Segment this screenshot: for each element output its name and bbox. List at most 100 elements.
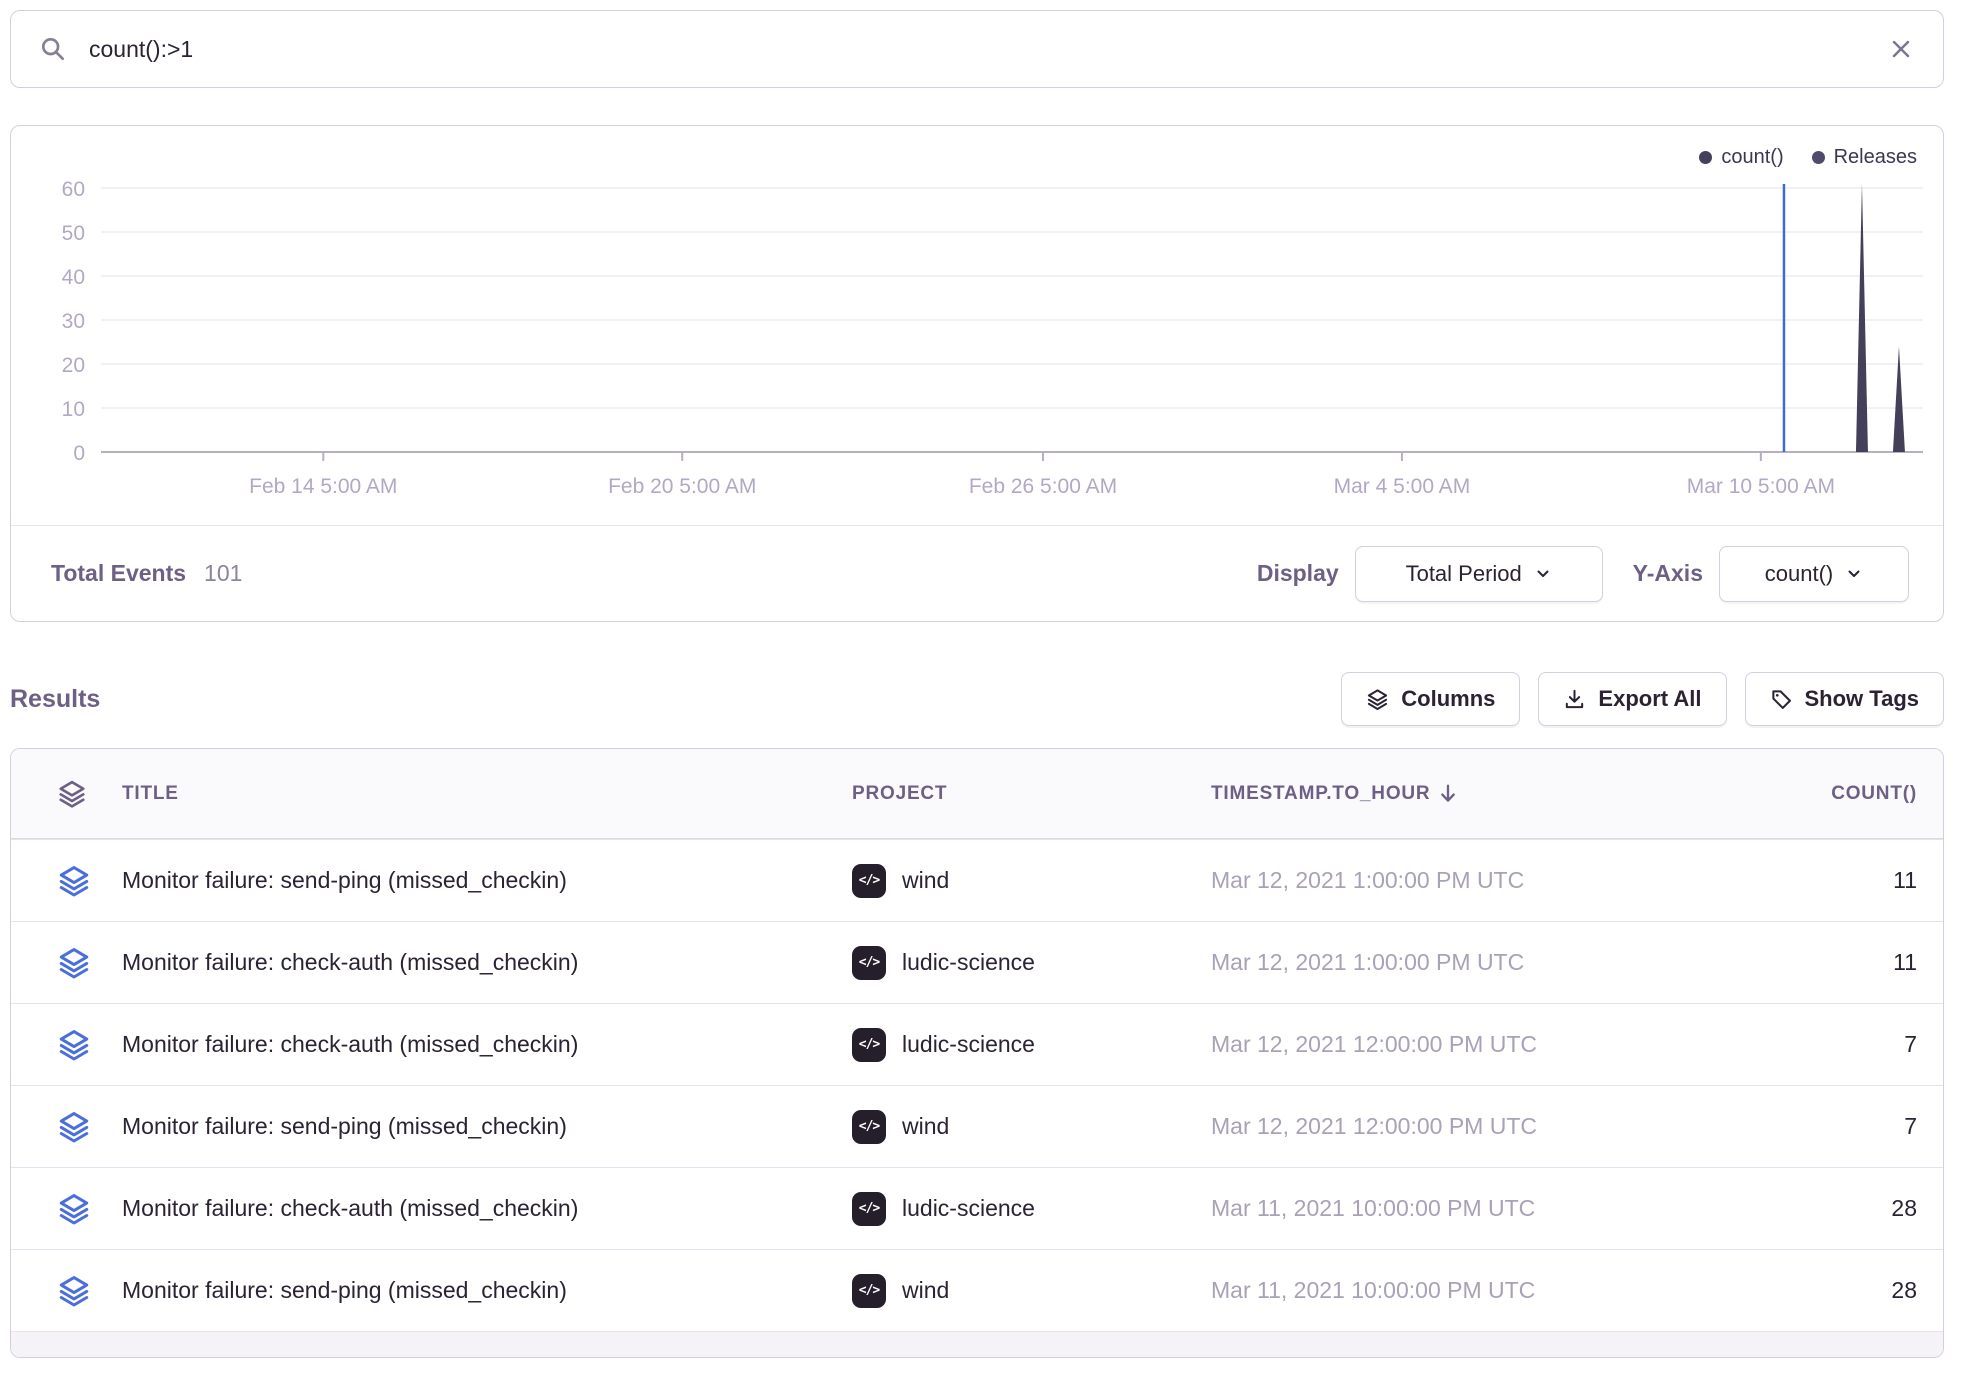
results-bar: Results Columns	[10, 670, 1944, 728]
column-header-project[interactable]: PROJECT	[852, 783, 1211, 805]
search-input[interactable]: count():>1	[89, 36, 193, 63]
display-dropdown[interactable]: Total Period	[1355, 546, 1603, 602]
chevron-down-icon	[1845, 565, 1863, 583]
export-all-button[interactable]: Export All	[1538, 672, 1726, 726]
search-bar[interactable]: count():>1	[10, 10, 1944, 88]
chart-legend: count() Releases	[1699, 146, 1917, 169]
legend-label: Releases	[1834, 146, 1917, 169]
project-name: wind	[902, 1113, 949, 1140]
svg-text:0: 0	[73, 442, 85, 465]
svg-text:40: 40	[62, 266, 85, 289]
project-name: wind	[902, 1277, 949, 1304]
chart-footer: Total Events 101 Display Total Period Y-…	[11, 525, 1943, 622]
legend-item-count[interactable]: count()	[1699, 146, 1783, 169]
column-header-title[interactable]: TITLE	[122, 783, 852, 805]
project-platform-icon: </>	[852, 946, 886, 980]
table-row: Monitor failure: send-ping (missed_check…	[11, 1249, 1943, 1331]
event-title-link[interactable]: Monitor failure: check-auth (missed_chec…	[122, 949, 852, 976]
table-row: Monitor failure: check-auth (missed_chec…	[11, 1003, 1943, 1085]
layers-icon	[1366, 688, 1389, 711]
timestamp-header-label: TIMESTAMP.TO_HOUR	[1211, 783, 1430, 805]
stacked-events-icon	[11, 946, 122, 980]
columns-button-label: Columns	[1401, 686, 1495, 712]
table-row: Monitor failure: check-auth (missed_chec…	[11, 921, 1943, 1003]
project-name: ludic-science	[902, 1031, 1035, 1058]
total-events-label: Total Events	[51, 560, 186, 587]
table-footer-strip	[11, 1331, 1943, 1358]
sort-desc-arrow-icon	[1438, 783, 1458, 805]
count-cell: 28	[1803, 1195, 1943, 1222]
display-label: Display	[1257, 560, 1339, 587]
event-title-link[interactable]: Monitor failure: send-ping (missed_check…	[122, 867, 852, 894]
project-platform-icon: </>	[852, 1110, 886, 1144]
timestamp-cell: Mar 12, 2021 1:00:00 PM UTC	[1211, 867, 1803, 894]
stacked-events-icon	[11, 1274, 122, 1308]
svg-text:20: 20	[62, 354, 85, 377]
timestamp-cell: Mar 12, 2021 1:00:00 PM UTC	[1211, 949, 1803, 976]
project-name: ludic-science	[902, 949, 1035, 976]
event-title-link[interactable]: Monitor failure: check-auth (missed_chec…	[122, 1195, 852, 1222]
svg-text:Mar 10 5:00 AM: Mar 10 5:00 AM	[1687, 475, 1835, 498]
events-chart-card: count() Releases 0 10 20 30 40 50 60 Feb 14 5:0…	[10, 125, 1944, 622]
show-tags-button-label: Show Tags	[1805, 686, 1920, 712]
count-cell: 28	[1803, 1277, 1943, 1304]
legend-label: count()	[1721, 146, 1783, 169]
svg-text:30: 30	[62, 310, 85, 333]
project-platform-icon: </>	[852, 1274, 886, 1308]
export-all-button-label: Export All	[1598, 686, 1701, 712]
y-axis-label: Y-Axis	[1633, 560, 1703, 587]
show-tags-button[interactable]: Show Tags	[1745, 672, 1945, 726]
count-cell: 11	[1803, 949, 1943, 976]
event-title-link[interactable]: Monitor failure: check-auth (missed_chec…	[122, 1031, 852, 1058]
stacked-events-icon	[11, 1192, 122, 1226]
event-title-link[interactable]: Monitor failure: send-ping (missed_check…	[122, 1113, 852, 1140]
count-cell: 7	[1803, 1113, 1943, 1140]
column-header-timestamp[interactable]: TIMESTAMP.TO_HOUR	[1211, 783, 1803, 805]
project-platform-icon: </>	[852, 1192, 886, 1226]
discover-page: count():>1 count() Releases 0 10 20 30 40 50 6…	[0, 0, 1962, 1374]
svg-text:Feb 26 5:00 AM: Feb 26 5:00 AM	[969, 475, 1117, 498]
events-over-time-chart[interactable]: 0 10 20 30 40 50 60 Feb 14 5:00 AM Feb 20 5:00 A…	[11, 126, 1945, 525]
tag-icon	[1770, 688, 1793, 711]
y-axis-dropdown-value: count()	[1765, 561, 1833, 587]
count-cell: 11	[1803, 867, 1943, 894]
count-series-dot-icon	[1699, 151, 1712, 164]
table-row: Monitor failure: send-ping (missed_check…	[11, 839, 1943, 921]
svg-text:60: 60	[62, 178, 85, 201]
timestamp-cell: Mar 12, 2021 12:00:00 PM UTC	[1211, 1031, 1803, 1058]
stacked-events-icon	[11, 1028, 122, 1062]
project-name: ludic-science	[902, 1195, 1035, 1222]
results-title: Results	[10, 685, 100, 714]
column-header-count[interactable]: COUNT()	[1803, 783, 1943, 805]
table-header-row: TITLE PROJECT TIMESTAMP.TO_HOUR COUNT()	[11, 749, 1943, 839]
count-cell: 7	[1803, 1031, 1943, 1058]
svg-text:50: 50	[62, 222, 85, 245]
svg-text:Feb 14 5:00 AM: Feb 14 5:00 AM	[249, 475, 397, 498]
project-platform-icon: </>	[852, 864, 886, 898]
display-dropdown-value: Total Period	[1406, 561, 1522, 587]
chevron-down-icon	[1534, 565, 1552, 583]
project-platform-icon: </>	[852, 1028, 886, 1062]
timestamp-cell: Mar 12, 2021 12:00:00 PM UTC	[1211, 1113, 1803, 1140]
stacked-events-icon	[11, 1110, 122, 1144]
timestamp-cell: Mar 11, 2021 10:00:00 PM UTC	[1211, 1277, 1803, 1304]
event-title-link[interactable]: Monitor failure: send-ping (missed_check…	[122, 1277, 852, 1304]
svg-text:Feb 20 5:00 AM: Feb 20 5:00 AM	[608, 475, 756, 498]
legend-item-releases[interactable]: Releases	[1812, 146, 1917, 169]
stacked-events-icon	[11, 864, 122, 898]
y-axis-dropdown[interactable]: count()	[1719, 546, 1909, 602]
stack-column-header	[11, 779, 122, 809]
table-row: Monitor failure: check-auth (missed_chec…	[11, 1167, 1943, 1249]
svg-text:Mar 4 5:00 AM: Mar 4 5:00 AM	[1334, 475, 1471, 498]
results-table: TITLE PROJECT TIMESTAMP.TO_HOUR COUNT() …	[10, 748, 1944, 1358]
timestamp-cell: Mar 11, 2021 10:00:00 PM UTC	[1211, 1195, 1803, 1222]
clear-search-icon[interactable]	[1887, 35, 1915, 63]
download-icon	[1563, 688, 1586, 711]
total-events-value: 101	[204, 560, 242, 587]
releases-series-dot-icon	[1812, 151, 1825, 164]
table-row: Monitor failure: send-ping (missed_check…	[11, 1085, 1943, 1167]
search-icon	[39, 35, 67, 63]
project-name: wind	[902, 867, 949, 894]
svg-text:10: 10	[62, 398, 85, 421]
columns-button[interactable]: Columns	[1341, 672, 1520, 726]
